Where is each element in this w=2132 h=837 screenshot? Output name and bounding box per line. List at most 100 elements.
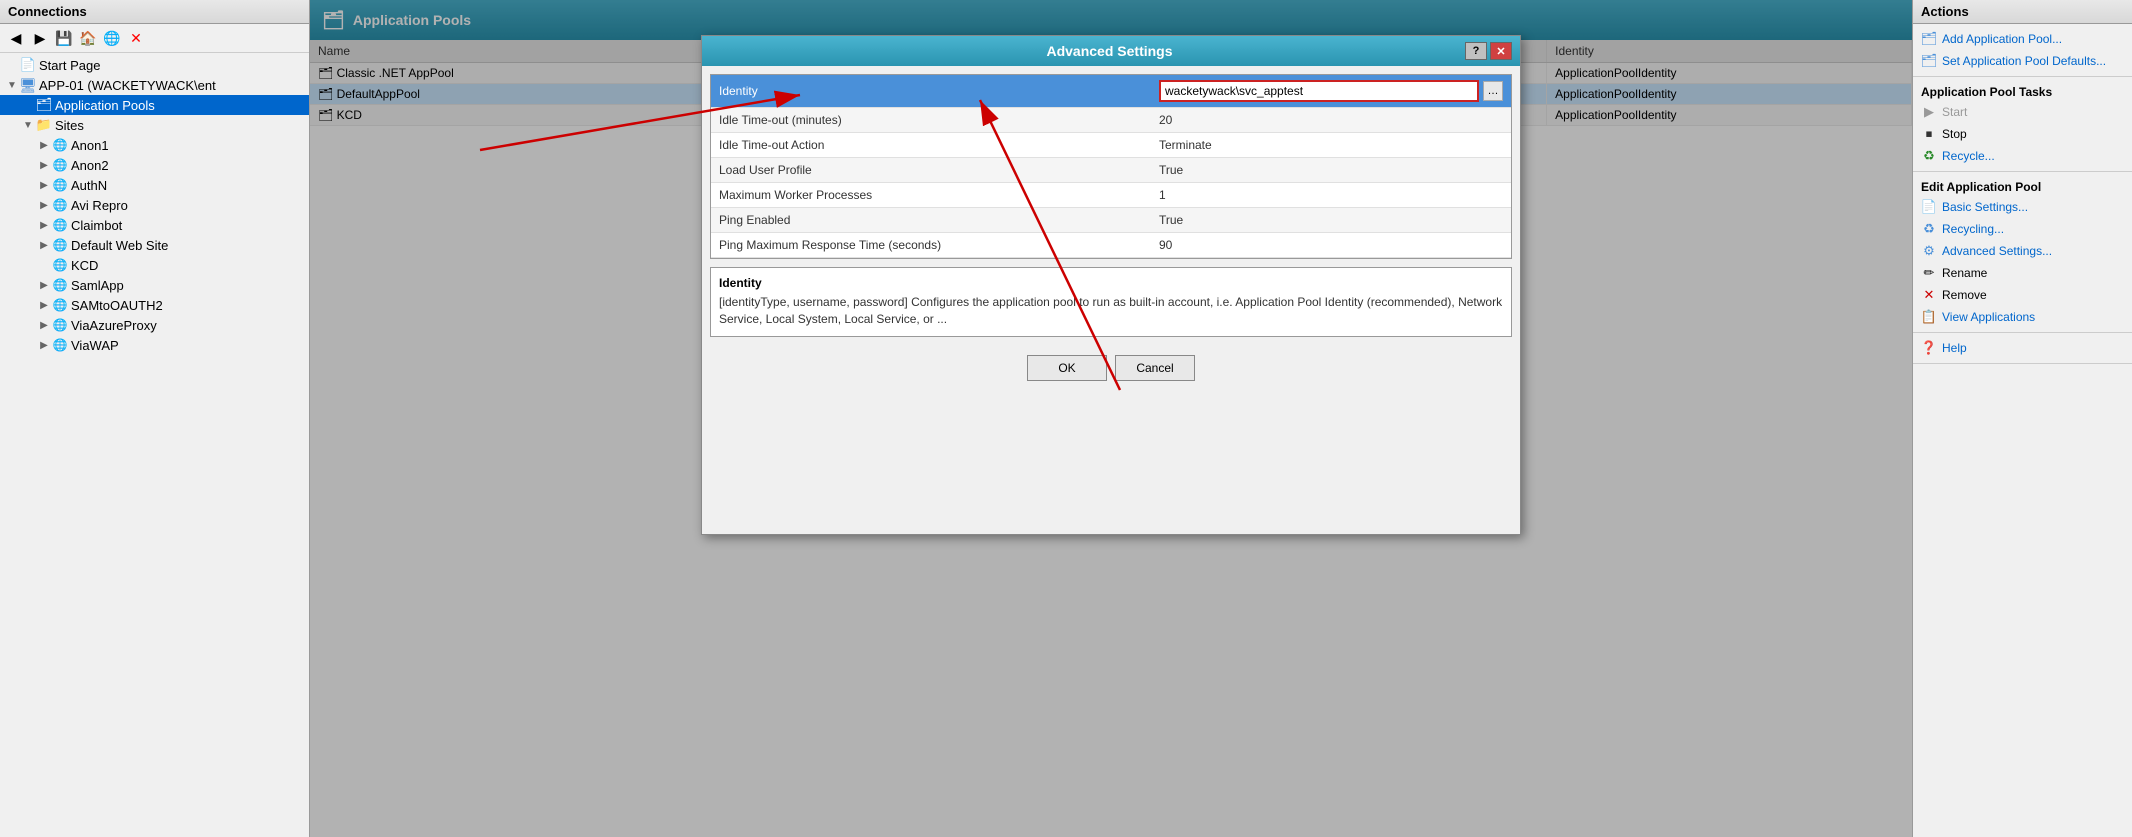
middle-panel: 🗂 Application Pools Name Status .NET CLR… <box>310 0 1912 837</box>
expander-start <box>4 57 20 73</box>
expander-sites: ▼ <box>20 117 36 133</box>
tree-item-anon1[interactable]: ▶ 🌐 Anon1 <box>0 135 309 155</box>
settings-label-idle-timeout: Idle Time-out (minutes) <box>711 108 1151 133</box>
viawap-icon: 🌐 <box>52 337 68 353</box>
identity-browse-button[interactable]: … <box>1483 81 1503 101</box>
tree-item-anon2[interactable]: ▶ 🌐 Anon2 <box>0 155 309 175</box>
settings-value-ping-response: 90 <box>1151 233 1511 258</box>
action-remove[interactable]: ✕ Remove <box>1913 284 2132 306</box>
set-defaults-icon: 🗂 <box>1921 53 1937 69</box>
action-help[interactable]: ❓ Help <box>1913 337 2132 359</box>
rename-label: Rename <box>1942 266 1987 280</box>
tasks-section-title: Application Pool Tasks <box>1913 81 2132 101</box>
default-web-site-icon: 🌐 <box>52 237 68 253</box>
tree-item-viaazureproxy[interactable]: ▶ 🌐 ViaAzureProxy <box>0 315 309 335</box>
home-button[interactable]: 🏠 <box>77 27 99 49</box>
authn-label: AuthN <box>71 178 107 193</box>
set-defaults-label: Set Application Pool Defaults... <box>1942 54 2106 68</box>
basic-settings-label: Basic Settings... <box>1942 200 2028 214</box>
advanced-settings-icon: ⚙ <box>1921 243 1937 259</box>
identity-input[interactable] <box>1159 80 1479 102</box>
action-start[interactable]: ▶ Start <box>1913 101 2132 123</box>
action-add-app-pool[interactable]: 🗂 Add Application Pool... <box>1913 28 2132 50</box>
settings-value-idle-timeout-action: Terminate <box>1151 133 1511 158</box>
settings-value-ping-enabled: True <box>1151 208 1511 233</box>
tree-item-authn[interactable]: ▶ 🌐 AuthN <box>0 175 309 195</box>
app-pools-icon: 🗂 <box>36 97 52 113</box>
action-rename[interactable]: ✏ Rename <box>1913 262 2132 284</box>
stop-label: Stop <box>1942 127 1967 141</box>
description-area: Identity [identityType, username, passwo… <box>710 267 1512 337</box>
action-recycling[interactable]: ♻ Recycling... <box>1913 218 2132 240</box>
right-panel: Actions 🗂 Add Application Pool... 🗂 Set … <box>1912 0 2132 837</box>
description-title: Identity <box>719 276 1503 290</box>
settings-row-load-user-profile[interactable]: Load User Profile True <box>711 158 1511 183</box>
modal-cancel-button[interactable]: Cancel <box>1115 355 1195 381</box>
connections-toolbar: ◀ ▶ 💾 🏠 🌐 ✕ <box>0 24 309 53</box>
tree-item-samlapp[interactable]: ▶ 🌐 SamlApp <box>0 275 309 295</box>
help-icon: ❓ <box>1921 340 1937 356</box>
modal-help-button[interactable]: ? <box>1465 42 1487 60</box>
recycle-label: Recycle... <box>1942 149 1995 163</box>
modal-titlebar: Advanced Settings ? ✕ <box>702 36 1520 66</box>
tree-item-kcd[interactable]: 🌐 KCD <box>0 255 309 275</box>
view-applications-icon: 📋 <box>1921 309 1937 325</box>
settings-row-identity[interactable]: Identity … <box>711 75 1511 108</box>
action-recycle[interactable]: ♻ Recycle... <box>1913 145 2132 167</box>
settings-value-load-user-profile: True <box>1151 158 1511 183</box>
avi-repro-label: Avi Repro <box>71 198 128 213</box>
expander-viawap: ▶ <box>36 337 52 353</box>
recycling-label: Recycling... <box>1942 222 2004 236</box>
back-button[interactable]: ◀ <box>5 27 27 49</box>
start-icon: ▶ <box>1921 104 1937 120</box>
settings-row-max-worker[interactable]: Maximum Worker Processes 1 <box>711 183 1511 208</box>
disconnect-button[interactable]: ✕ <box>125 27 147 49</box>
sites-icon: 📁 <box>36 117 52 133</box>
tree-item-avi-repro[interactable]: ▶ 🌐 Avi Repro <box>0 195 309 215</box>
action-advanced-settings[interactable]: ⚙ Advanced Settings... <box>1913 240 2132 262</box>
modal-controls: ? ✕ <box>1465 42 1512 60</box>
actions-help-section: ❓ Help <box>1913 333 2132 364</box>
settings-row-idle-timeout[interactable]: Idle Time-out (minutes) 20 <box>711 108 1511 133</box>
tree-item-start-page[interactable]: 📄 Start Page <box>0 55 309 75</box>
remove-icon: ✕ <box>1921 287 1937 303</box>
modal-overlay: Advanced Settings ? ✕ Identity <box>310 0 1912 837</box>
samlapp-icon: 🌐 <box>52 277 68 293</box>
modal-close-button[interactable]: ✕ <box>1490 42 1512 60</box>
tree-item-server[interactable]: ▼ 🖥 APP-01 (WACKETYWACK\ent <box>0 75 309 95</box>
action-set-defaults[interactable]: 🗂 Set Application Pool Defaults... <box>1913 50 2132 72</box>
tree-item-default-web-site[interactable]: ▶ 🌐 Default Web Site <box>0 235 309 255</box>
connect-button[interactable]: 🌐 <box>101 27 123 49</box>
default-web-site-label: Default Web Site <box>71 238 168 253</box>
add-app-pool-icon: 🗂 <box>1921 31 1937 47</box>
claimbot-label: Claimbot <box>71 218 122 233</box>
samtoauth2-label: SAMtoOAUTH2 <box>71 298 163 313</box>
advanced-settings-dialog: Advanced Settings ? ✕ Identity <box>701 35 1521 535</box>
action-stop[interactable]: ⏹ Stop <box>1913 123 2132 145</box>
tree-item-viawap[interactable]: ▶ 🌐 ViaWAP <box>0 335 309 355</box>
expander-authn: ▶ <box>36 177 52 193</box>
tree-item-app-pools[interactable]: 🗂 Application Pools <box>0 95 309 115</box>
expander-server: ▼ <box>4 77 20 93</box>
expander-samtoauth2: ▶ <box>36 297 52 313</box>
settings-row-idle-timeout-action[interactable]: Idle Time-out Action Terminate <box>711 133 1511 158</box>
settings-row-ping-response[interactable]: Ping Maximum Response Time (seconds) 90 <box>711 233 1511 258</box>
view-applications-label: View Applications <box>1942 310 2035 324</box>
expander-avi-repro: ▶ <box>36 197 52 213</box>
add-app-pool-label: Add Application Pool... <box>1942 32 2062 46</box>
tree-item-samtoauth2[interactable]: ▶ 🌐 SAMtoOAUTH2 <box>0 295 309 315</box>
forward-button[interactable]: ▶ <box>29 27 51 49</box>
samtoauth2-icon: 🌐 <box>52 297 68 313</box>
tree-item-sites[interactable]: ▼ 📁 Sites <box>0 115 309 135</box>
expander-viaazureproxy: ▶ <box>36 317 52 333</box>
recycle-icon: ♻ <box>1921 148 1937 164</box>
settings-label-ping-enabled: Ping Enabled <box>711 208 1151 233</box>
expander-kcd <box>36 257 52 273</box>
modal-ok-button[interactable]: OK <box>1027 355 1107 381</box>
actions-title: Actions <box>1921 4 1969 19</box>
action-basic-settings[interactable]: 📄 Basic Settings... <box>1913 196 2132 218</box>
tree-item-claimbot[interactable]: ▶ 🌐 Claimbot <box>0 215 309 235</box>
save-button[interactable]: 💾 <box>53 27 75 49</box>
action-view-applications[interactable]: 📋 View Applications <box>1913 306 2132 328</box>
settings-row-ping-enabled[interactable]: Ping Enabled True <box>711 208 1511 233</box>
